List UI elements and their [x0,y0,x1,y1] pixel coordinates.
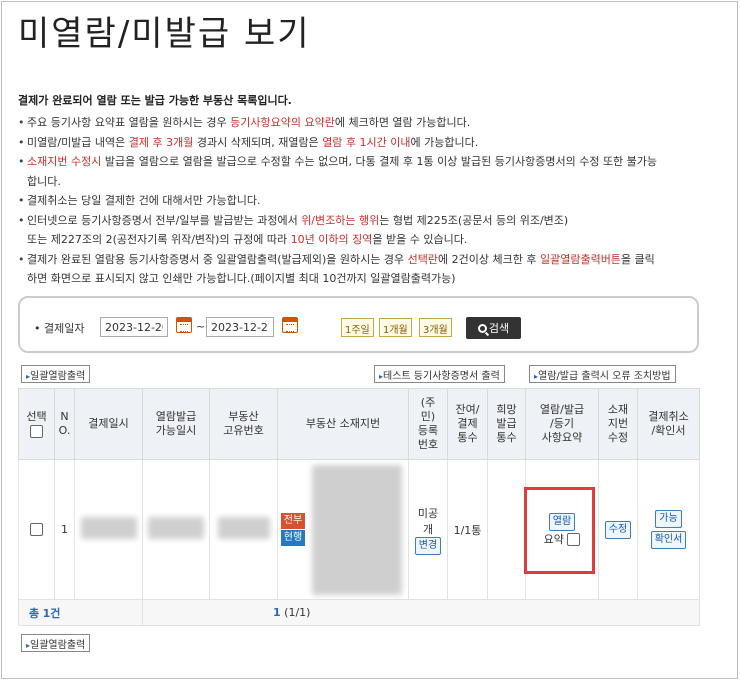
header-cancel: 결제취소/확인서 [637,388,700,460]
notice-item: 결제취소는 당일 결제한 건에 대해서만 가능합니다. [18,191,718,211]
header-no: N O. [54,388,75,460]
table-header-row: 선택 N O. 결제일시 열람발급 가능일시 부동산 고유번호 부동산 소재지번 (주… [18,388,700,460]
select-all-checkbox[interactable] [30,424,43,438]
date-from-input[interactable] [100,317,168,337]
notice-text: 을 받을 수 있습니다. [372,233,468,246]
header-select: 선택 [18,388,55,460]
row-wish-cell [487,459,526,600]
notice-text: 소재지번 수정시 [27,155,102,168]
certificate-button[interactable]: 확인서 [650,531,687,549]
batch-print-button-bottom[interactable]: ▸일괄열람출력 [21,634,91,652]
redacted-address [312,464,402,595]
tag-all: 전부 [281,512,305,529]
header-wish: 희망 발급 통수 [487,388,526,460]
notice-text: 결제가 완료된 열람용 등기사항증명서 중 일괄열람출력(발급제외)을 원하시는… [27,252,408,266]
header-prop-id: 부동산 고유번호 [209,388,278,460]
row-select-cell [18,459,55,600]
notice-text: 결제 후 3개월 [128,135,194,149]
notice-item: 인터넷으로 등기사항증명서 전부/일부를 발급받는 과정에서 위/변조하는 행위… [18,211,718,231]
test-print-button[interactable]: ▸테스트 등기사항증명서 출력 [374,365,505,383]
row-cancel-cell: 가능 확인서 [637,459,700,600]
row-pay-date-redacted [74,459,143,600]
table-row: 1 전부 현행 미공 개 변경 1/1통 열람 요약 수정 가능 확인서 [18,459,700,600]
header-remain: 잔여/결제 통수 [447,388,488,460]
notice-text: 결제취소는 당일 결제한 건에 대해서만 가능합니다. [27,194,261,207]
calendar-icon[interactable] [282,317,298,333]
row-reg-no-cell: 미공 개 변경 [408,459,448,600]
batch-print-button-top[interactable]: ▸일괄열람출력 [21,365,91,383]
row-no: 1 [54,459,75,600]
notice-text: 미열람/미발급 내역은 [27,135,129,149]
search-icon [477,324,487,333]
header-edit-addr: 소재 지번 수정 [598,388,638,460]
page-title: 미열람/미발급 보기 [18,14,311,54]
notice-text: 등기사항요약의 요약란 [230,116,335,129]
reg-no-text: 미공 개 [417,506,439,536]
notice-item-continued: 또는 제227조의 2(공전자기록 위작/변작)의 규정에 따라 10년 이하의… [18,230,718,250]
period-3month-button[interactable]: 3개월 [419,318,452,337]
error-help-button[interactable]: ▸열람/발급 출력시 오류 조치방법 [529,365,676,383]
cancel-payment-button[interactable]: 가능 [655,510,682,528]
notice-text: 열람 후 1시간 이내 [322,135,411,149]
row-avail-date-redacted [142,459,210,600]
notice-heading: 결제가 완료되어 열람 또는 발급 가능한 부동산 목록입니다. [18,94,292,107]
notice-text: 인터넷으로 등기사항증명서 전부/일부를 발급받는 과정에서 [27,213,302,227]
row-count: 1/1통 [447,459,488,600]
notice-text: 주요 등기사항 요약표 열람을 원하시는 경우 [27,116,231,129]
table-footer-row: 총 1건 1 (1/1) [18,599,700,626]
notice-text: 선택란 [407,252,439,266]
reg-change-button[interactable]: 변경 [414,536,442,555]
page-total: (1/1) [284,606,311,619]
notice-text: 10년 이하의 징역 [290,233,373,246]
header-view-issue: 열람/발급/등기 사항요약 [525,388,599,460]
header-pay-date: 결제일시 [74,388,143,460]
notice-list: 주요 등기사항 요약표 열람을 원하시는 경우 등기사항요약의 요약란에 체크하… [18,113,718,289]
notice-text: 위/변조하는 행위 [301,213,380,227]
notice-text: 발급을 열람으로 열람을 발급으로 수정할 수는 없으며, 다통 결제 후 1통… [101,155,658,168]
highlight-box [524,487,595,574]
total-count: 총 1건 [18,599,143,626]
search-button[interactable]: 검색 [466,317,521,339]
row-prop-id-redacted [209,459,278,600]
notice-text: 경과시 삭제되며, 재열람은 [193,135,323,149]
redacted-block [80,517,137,539]
date-separator: ~ [196,320,206,333]
redacted-block [217,517,270,539]
notice-item-continued: 합니다. [18,172,718,192]
header-avail-date: 열람발급 가능일시 [142,388,210,460]
notice-item: 소재지번 수정시 발급을 열람으로 열람을 발급으로 수정할 수는 없으며, 다… [18,152,718,172]
notice-text: 하면 화면으로 표시되지 않고 인쇄만 가능합니다.(페이지별 최대 10건까지… [27,272,456,285]
row-select-checkbox[interactable] [30,523,43,537]
row-edit-cell: 수정 [598,459,638,600]
period-1week-button[interactable]: 1주일 [341,318,374,337]
notice-item: 주요 등기사항 요약표 열람을 원하시는 경우 등기사항요약의 요약란에 체크하… [18,113,718,133]
notice-text: 에 2건이상 체크한 후 [438,252,540,266]
tag-current: 현행 [281,529,305,546]
notice-item-continued: 하면 화면으로 표시되지 않고 인쇄만 가능합니다.(페이지별 최대 10건까지… [18,269,718,289]
page-current[interactable]: 1 [273,606,281,619]
notice-text: 에 체크하면 열람 가능합니다. [334,116,471,129]
search-panel: • 결제일자 ~ 1주일 1개월 3개월 검색 [18,296,699,353]
edit-address-button[interactable]: 수정 [604,520,632,539]
notice-section: 결제가 완료되어 열람 또는 발급 가능한 부동산 목록입니다. 주요 등기사항… [18,92,718,289]
notice-item: 미열람/미발급 내역은 결제 후 3개월 경과시 삭제되며, 재열람은 열람 후… [18,133,718,153]
notice-text: 에 가능합니다. [410,135,479,149]
date-to-input[interactable] [206,317,274,337]
calendar-icon[interactable] [176,317,192,333]
redacted-block [148,517,204,539]
notice-text: 합니다. [27,174,61,188]
pagination: 1 (1/1) [142,599,700,626]
header-reg-no: (주 민) 등록 번호 [408,388,448,460]
period-1month-button[interactable]: 1개월 [379,318,412,337]
notice-text: 는 형법 제225조(공문서 등의 위조/변조) [379,213,569,227]
notice-text: 일괄열람출력버튼 [539,252,621,266]
row-address-cell: 전부 현행 [277,459,409,600]
header-address: 부동산 소재지번 [277,388,409,460]
notice-text: 을 클릭 [620,252,655,266]
notice-item: 결제가 완료된 열람용 등기사항증명서 중 일괄열람출력(발급제외)을 원하시는… [18,250,718,270]
notice-text: 또는 제227조의 2(공전자기록 위작/변작)의 규정에 따라 [27,233,291,246]
date-label: • 결제일자 [34,322,85,335]
result-table: 선택 N O. 결제일시 열람발급 가능일시 부동산 고유번호 부동산 소재지번 (주… [18,388,700,626]
